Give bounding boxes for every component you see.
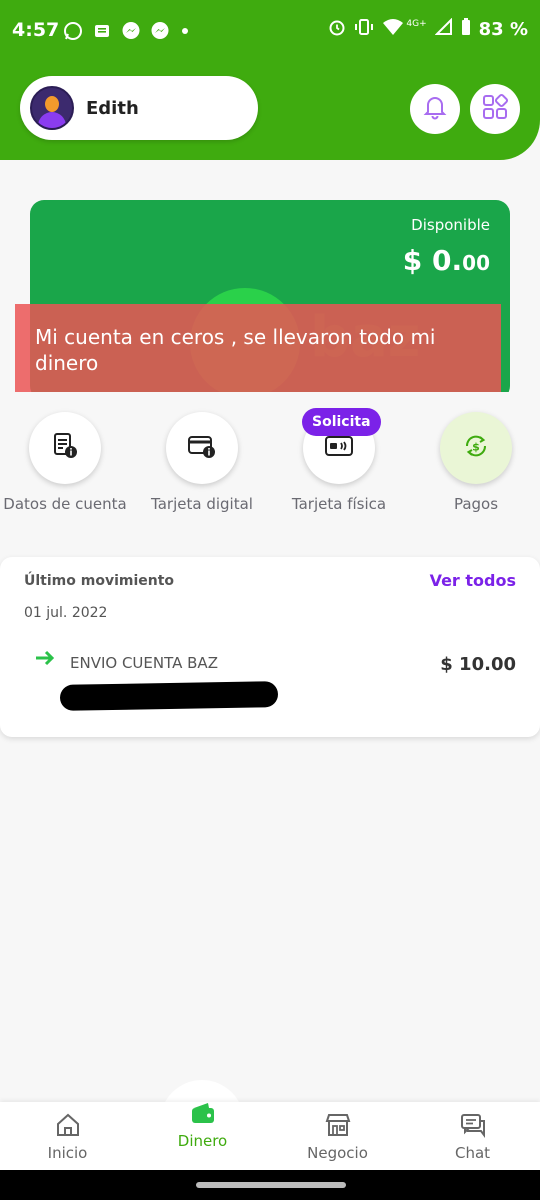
balance-amount-main: $ 0. xyxy=(402,244,463,277)
status-bar: 4:57 4G+ 83 % xyxy=(0,0,540,64)
profile-button[interactable]: Edith xyxy=(20,76,258,140)
action-label: Tarjeta digital xyxy=(151,495,253,513)
action-label: Pagos xyxy=(453,495,499,513)
payments-icon: $ xyxy=(461,431,491,465)
nav-label: Dinero xyxy=(177,1132,228,1150)
notifications-button[interactable] xyxy=(410,84,460,134)
movement-amount: $ 10.00 xyxy=(440,654,516,675)
more-notifications-dot xyxy=(182,28,188,34)
balance-label: Disponible xyxy=(411,216,490,234)
action-pagos[interactable]: $ Pagos xyxy=(411,412,540,515)
menu-grid-button[interactable] xyxy=(470,84,520,134)
battery-icon xyxy=(461,18,471,40)
balance-amount: $ 0.00 xyxy=(403,244,490,277)
system-icons: 4G+ 83 % xyxy=(328,17,528,40)
last-movement-card: Último movimiento Ver todos 01 jul. 2022… xyxy=(0,557,540,737)
network-type: 4G+ xyxy=(406,19,427,29)
action-tarjeta-digital[interactable]: Tarjeta digital xyxy=(137,412,267,515)
home-gesture-handle[interactable] xyxy=(196,1182,346,1188)
battery-percent: 83 % xyxy=(478,18,528,40)
nav-dinero[interactable]: Dinero xyxy=(135,1090,270,1150)
account-data-icon xyxy=(50,431,80,465)
bell-icon xyxy=(422,94,448,124)
user-name: Edith xyxy=(86,97,139,119)
nav-label: Inicio xyxy=(47,1144,88,1162)
nav-inicio[interactable]: Inicio xyxy=(0,1102,135,1162)
movement-date: 01 jul. 2022 xyxy=(24,605,108,621)
signal-icon xyxy=(434,17,453,40)
digital-card-icon xyxy=(187,431,217,465)
movement-description: ENVIO CUENTA BAZ xyxy=(70,654,218,672)
news-icon xyxy=(91,20,113,42)
wallet-icon xyxy=(135,1098,270,1128)
nav-negocio[interactable]: Negocio xyxy=(270,1102,405,1162)
system-gesture-bar xyxy=(0,1170,540,1200)
action-datos-cuenta[interactable]: Datos de cuenta xyxy=(0,412,130,515)
nav-label: Negocio xyxy=(307,1144,368,1162)
app-header: Edith xyxy=(0,64,540,160)
messenger-icon xyxy=(149,20,171,42)
solicita-badge[interactable]: Solicita xyxy=(302,408,381,436)
last-movement-title: Último movimiento xyxy=(24,573,175,589)
alarm-icon xyxy=(328,18,346,40)
arrow-right-icon xyxy=(34,649,56,671)
quick-actions: Datos de cuenta Tarjeta digital Tarjeta … xyxy=(0,392,540,562)
balance-amount-cents: 00 xyxy=(462,251,490,275)
redaction-mark xyxy=(59,681,279,711)
whatsapp-icon xyxy=(62,20,84,42)
wifi-icon xyxy=(382,18,404,40)
svg-text:$: $ xyxy=(472,441,480,454)
messenger-icon xyxy=(120,20,142,42)
see-all-link[interactable]: Ver todos xyxy=(430,571,516,590)
grid-icon xyxy=(481,93,509,125)
vibrate-icon xyxy=(354,18,374,40)
store-icon xyxy=(270,1110,405,1140)
overlay-caption: Mi cuenta en ceros , se llevaron todo mi… xyxy=(15,304,501,398)
status-time: 4:57 xyxy=(12,19,60,41)
avatar xyxy=(30,86,74,130)
chat-icon xyxy=(405,1110,540,1140)
notification-icons xyxy=(62,20,188,42)
home-icon xyxy=(0,1110,135,1140)
physical-card-icon xyxy=(324,431,354,465)
action-label: Datos de cuenta xyxy=(3,495,127,513)
action-label: Tarjeta física xyxy=(291,495,387,513)
nav-label: Chat xyxy=(454,1144,491,1162)
bottom-nav: Inicio Dinero Negocio Chat xyxy=(0,1102,540,1170)
nav-chat[interactable]: Chat xyxy=(405,1102,540,1162)
